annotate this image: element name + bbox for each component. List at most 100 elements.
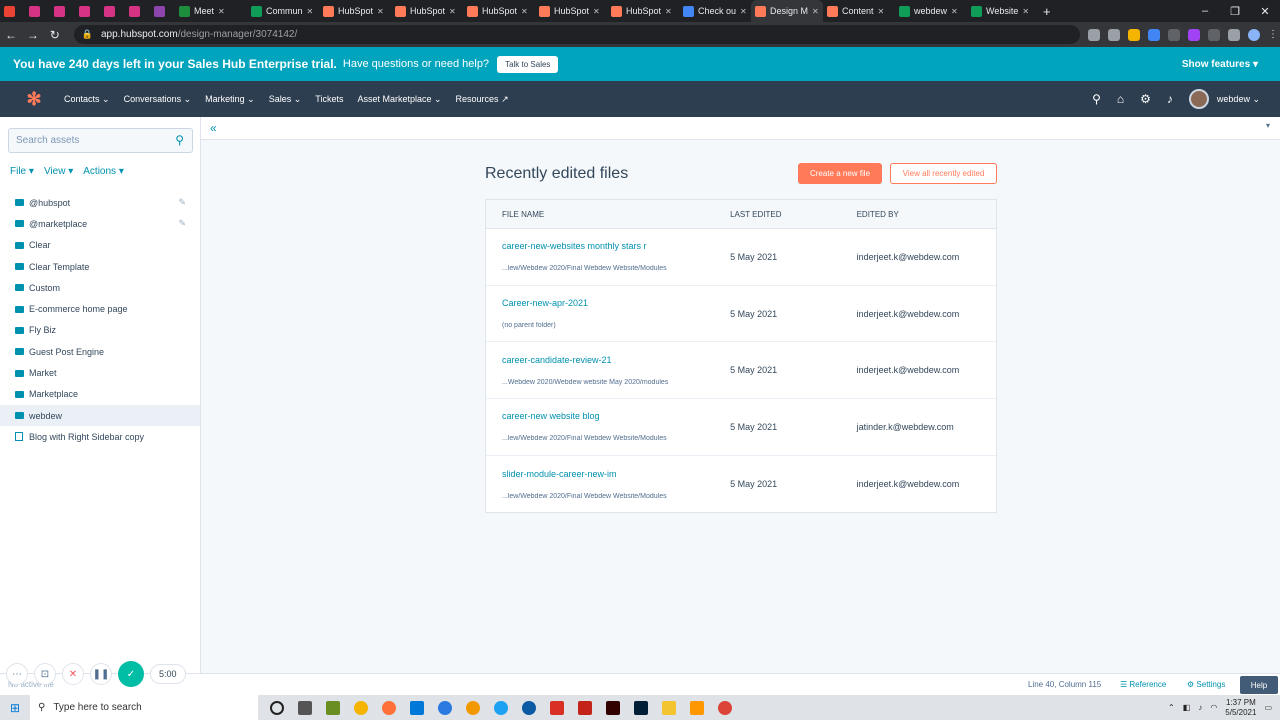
profile-icon[interactable] (1248, 28, 1261, 41)
chevron-up-icon[interactable]: ⌃ (1168, 703, 1175, 712)
settings-gear-icon[interactable]: ⚙ (1140, 92, 1151, 106)
nav-resources[interactable]: Resources ↗ (456, 94, 509, 105)
browser-tab[interactable]: HubSpot ✕ (535, 0, 607, 22)
browser-icon[interactable] (494, 700, 508, 715)
task-view-icon[interactable] (298, 700, 312, 715)
windows-start-icon[interactable]: ⊞ (0, 695, 30, 720)
browser-tab[interactable]: Commun ✕ (247, 0, 319, 22)
file-link[interactable]: career-new website blog (502, 411, 715, 421)
screen-capture-icon[interactable]: ⊡ (34, 663, 56, 685)
app-icon[interactable] (466, 700, 480, 715)
browser-tab[interactable] (25, 0, 50, 22)
nav-conversations[interactable]: Conversations ⌄ (124, 94, 192, 105)
taskbar-search-input[interactable]: ⚲ Type here to search (30, 695, 258, 720)
finish-recording-icon[interactable]: ✓ (118, 661, 144, 687)
talk-to-sales-button[interactable]: Talk to Sales (497, 55, 559, 73)
nav-contacts[interactable]: Contacts ⌄ (64, 94, 110, 105)
avatar[interactable] (1188, 89, 1209, 109)
collapse-sidebar-icon[interactable]: « (210, 121, 217, 135)
browser-tab[interactable]: Content ✕ (823, 0, 895, 22)
settings-link[interactable]: ⚙ Settings (1187, 680, 1225, 689)
back-icon[interactable]: ← (0, 28, 22, 42)
browser-tab[interactable] (100, 0, 125, 22)
tree-file[interactable]: Blog with Right Sidebar copy (0, 426, 200, 447)
view-menu[interactable]: View ▾ (44, 166, 73, 177)
extension-icon[interactable] (1128, 28, 1141, 41)
file-link[interactable]: slider-module-career-new-im (502, 469, 715, 479)
network-icon[interactable]: ◧ (1183, 703, 1191, 712)
taskbar-clock[interactable]: 1:37 PM 5/5/2021 (1225, 698, 1256, 718)
photoshop-icon[interactable] (634, 700, 648, 715)
cortana-icon[interactable] (270, 700, 284, 715)
browser-tab[interactable]: Website ✕ (967, 0, 1039, 22)
close-tab-icon[interactable]: ✕ (665, 7, 672, 16)
browser-tab[interactable] (125, 0, 150, 22)
nav-asset-marketplace[interactable]: Asset Marketplace ⌄ (357, 94, 441, 105)
close-tab-icon[interactable]: ✕ (740, 7, 747, 16)
browser-tab[interactable] (75, 0, 100, 22)
illustrator-icon[interactable] (606, 700, 620, 715)
file-link[interactable]: Career-new-apr-2021 (502, 298, 715, 308)
sublime-icon[interactable] (690, 700, 704, 715)
edge-icon[interactable] (522, 700, 536, 715)
view-all-recently-edited-button[interactable]: View all recently edited (890, 163, 997, 184)
close-tab-icon[interactable]: ✕ (951, 7, 958, 16)
nav-sales[interactable]: Sales ⌄ (269, 94, 302, 105)
notifications-bell-icon[interactable]: ♪ (1167, 92, 1173, 106)
close-tab-icon[interactable]: ✕ (812, 7, 819, 16)
filezilla-icon[interactable] (578, 700, 592, 715)
tree-folder[interactable]: @hubspot ✎ (0, 192, 200, 213)
tree-folder[interactable]: Guest Post Engine (0, 341, 200, 362)
close-tab-icon[interactable]: ✕ (377, 7, 384, 16)
browser-tab[interactable] (50, 0, 75, 22)
browser-tab[interactable]: HubSpot ✕ (391, 0, 463, 22)
more-options-icon[interactable]: ⋯ (6, 663, 28, 685)
close-tab-icon[interactable]: ✕ (1022, 7, 1029, 16)
extension-icon[interactable] (1168, 28, 1181, 41)
toolbar-dropdown-icon[interactable]: ▾ (1266, 121, 1270, 130)
restore-icon[interactable]: ❐ (1220, 5, 1250, 18)
tree-folder[interactable]: webdew (0, 404, 200, 427)
marketplace-icon[interactable]: ⌂ (1117, 92, 1124, 106)
app-icon[interactable] (326, 700, 340, 715)
close-tab-icon[interactable]: ✕ (449, 7, 456, 16)
help-button[interactable]: Help (1240, 676, 1278, 694)
search-assets-input[interactable]: Search assets ⚲ (8, 128, 193, 153)
create-new-file-button[interactable]: Create a new file (798, 163, 882, 184)
reload-icon[interactable]: ↻ (44, 28, 66, 42)
firefox-icon[interactable] (382, 700, 396, 715)
show-features-button[interactable]: Show features ▾ (1182, 59, 1258, 70)
pause-icon[interactable]: ❚❚ (90, 663, 112, 685)
cancel-recording-icon[interactable]: ✕ (62, 663, 84, 685)
browser-tab[interactable]: HubSpot ✕ (607, 0, 679, 22)
tree-folder[interactable]: Market (0, 362, 200, 383)
file-explorer-icon[interactable] (662, 700, 676, 715)
star-icon[interactable] (1108, 28, 1121, 41)
extension-icon[interactable] (1148, 28, 1161, 41)
forward-icon[interactable]: → (22, 28, 44, 42)
pin-icon[interactable]: ✎ (178, 218, 186, 229)
chrome-canary-icon[interactable] (354, 700, 368, 715)
browser-tab[interactable]: HubSpot ✕ (463, 0, 535, 22)
search-icon[interactable]: ⚲ (1092, 92, 1101, 106)
puzzle-icon[interactable] (1228, 28, 1241, 41)
browser-tab[interactable]: Meet ✕ (175, 0, 247, 22)
browser-tab[interactable] (150, 0, 175, 22)
store-icon[interactable] (410, 700, 424, 715)
tree-folder[interactable]: E-commerce home page (0, 298, 200, 319)
minimize-icon[interactable]: – (1190, 5, 1220, 17)
volume-icon[interactable]: ♪ (1198, 703, 1202, 712)
tree-folder[interactable]: @marketplace ✎ (0, 213, 200, 234)
camera-icon[interactable] (1088, 28, 1101, 41)
pin-icon[interactable]: ✎ (178, 197, 186, 208)
close-tab-icon[interactable]: ✕ (878, 7, 885, 16)
tree-folder[interactable]: Clear Template (0, 256, 200, 277)
teamviewer-icon[interactable] (438, 700, 452, 715)
notifications-icon[interactable]: ▭ (1264, 703, 1272, 712)
tree-folder[interactable]: Custom (0, 277, 200, 298)
account-menu[interactable]: webdew ⌄ (1217, 94, 1260, 105)
close-tab-icon[interactable]: ✕ (593, 7, 600, 16)
wifi-icon[interactable]: ◠ (1210, 703, 1217, 712)
nav-marketing[interactable]: Marketing ⌄ (205, 94, 255, 105)
nav-tickets[interactable]: Tickets (315, 94, 343, 104)
